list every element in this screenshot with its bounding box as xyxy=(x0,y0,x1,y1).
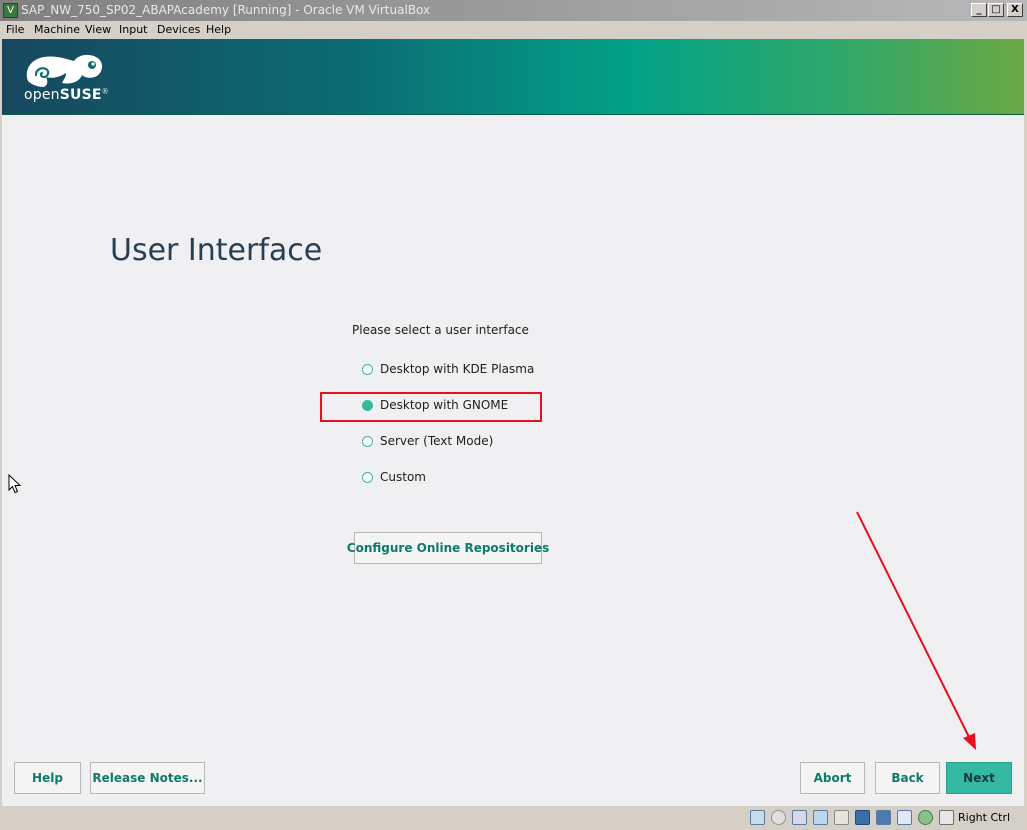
menu-file[interactable]: File xyxy=(6,23,24,36)
opensuse-banner: openSUSE® xyxy=(2,39,1024,115)
usb-icon[interactable] xyxy=(834,810,849,825)
radio-server-text-mode[interactable]: Server (Text Mode) xyxy=(360,432,540,452)
shared-folders-icon[interactable] xyxy=(855,810,870,825)
hard-disk-icon[interactable] xyxy=(750,810,765,825)
radio-label: Desktop with KDE Plasma xyxy=(380,362,535,376)
window-titlebar: V SAP_NW_750_SP02_ABAPAcademy [Running] … xyxy=(0,0,1027,21)
release-notes-button[interactable]: Release Notes... xyxy=(90,762,205,794)
menu-help[interactable]: Help xyxy=(206,23,231,36)
logo-prefix: open xyxy=(24,87,60,103)
configure-online-repositories-button[interactable]: Configure Online Repositories xyxy=(347,532,549,564)
back-button[interactable]: Back xyxy=(875,762,940,794)
radio-button-icon xyxy=(362,436,373,447)
logo-registered-mark: ® xyxy=(101,87,109,96)
menu-machine[interactable]: Machine xyxy=(34,23,80,36)
audio-icon[interactable] xyxy=(792,810,807,825)
status-bar: Right Ctrl xyxy=(0,806,1027,830)
menu-devices[interactable]: Devices xyxy=(157,23,200,36)
radio-button-icon xyxy=(362,472,373,483)
radio-custom[interactable]: Custom xyxy=(360,468,540,488)
radio-desktop-kde[interactable]: Desktop with KDE Plasma xyxy=(360,360,540,380)
mouse-integration-icon[interactable] xyxy=(939,810,954,825)
virtualbox-app-icon: V xyxy=(3,3,18,18)
opensuse-chameleon-icon xyxy=(26,54,103,87)
menu-bar: File Machine View Input Devices Help xyxy=(0,21,1027,39)
annotation-arrow xyxy=(856,511,976,750)
cpu-icon[interactable] xyxy=(918,810,933,825)
close-button[interactable]: X xyxy=(1007,3,1023,17)
opensuse-wordmark: openSUSE® xyxy=(24,87,109,103)
vm-screen[interactable]: openSUSE® User Interface Please select a… xyxy=(2,39,1024,806)
mouse-pointer-icon xyxy=(8,474,22,494)
window-title: SAP_NW_750_SP02_ABAPAcademy [Running] - … xyxy=(21,3,431,17)
selection-prompt: Please select a user interface xyxy=(352,323,529,337)
radio-label: Custom xyxy=(380,470,426,484)
host-key-label: Right Ctrl xyxy=(958,811,1011,824)
display-icon[interactable] xyxy=(876,810,891,825)
radio-label: Server (Text Mode) xyxy=(380,434,494,448)
menu-view[interactable]: View xyxy=(85,23,111,36)
help-button[interactable]: Help xyxy=(14,762,81,794)
logo-suffix: SUSE xyxy=(59,87,102,103)
menu-input[interactable]: Input xyxy=(119,23,147,36)
radio-button-icon xyxy=(362,364,373,375)
page-title: User Interface xyxy=(110,233,323,268)
maximize-button[interactable]: □ xyxy=(988,3,1004,17)
minimize-button[interactable]: _ xyxy=(971,3,987,17)
next-button[interactable]: Next xyxy=(946,762,1012,794)
opensuse-logo: openSUSE® xyxy=(22,51,112,103)
abort-button[interactable]: Abort xyxy=(800,762,865,794)
optical-drive-icon[interactable] xyxy=(771,810,786,825)
network-icon[interactable] xyxy=(813,810,828,825)
annotation-highlight-box xyxy=(320,392,542,422)
video-capture-icon[interactable] xyxy=(897,810,912,825)
